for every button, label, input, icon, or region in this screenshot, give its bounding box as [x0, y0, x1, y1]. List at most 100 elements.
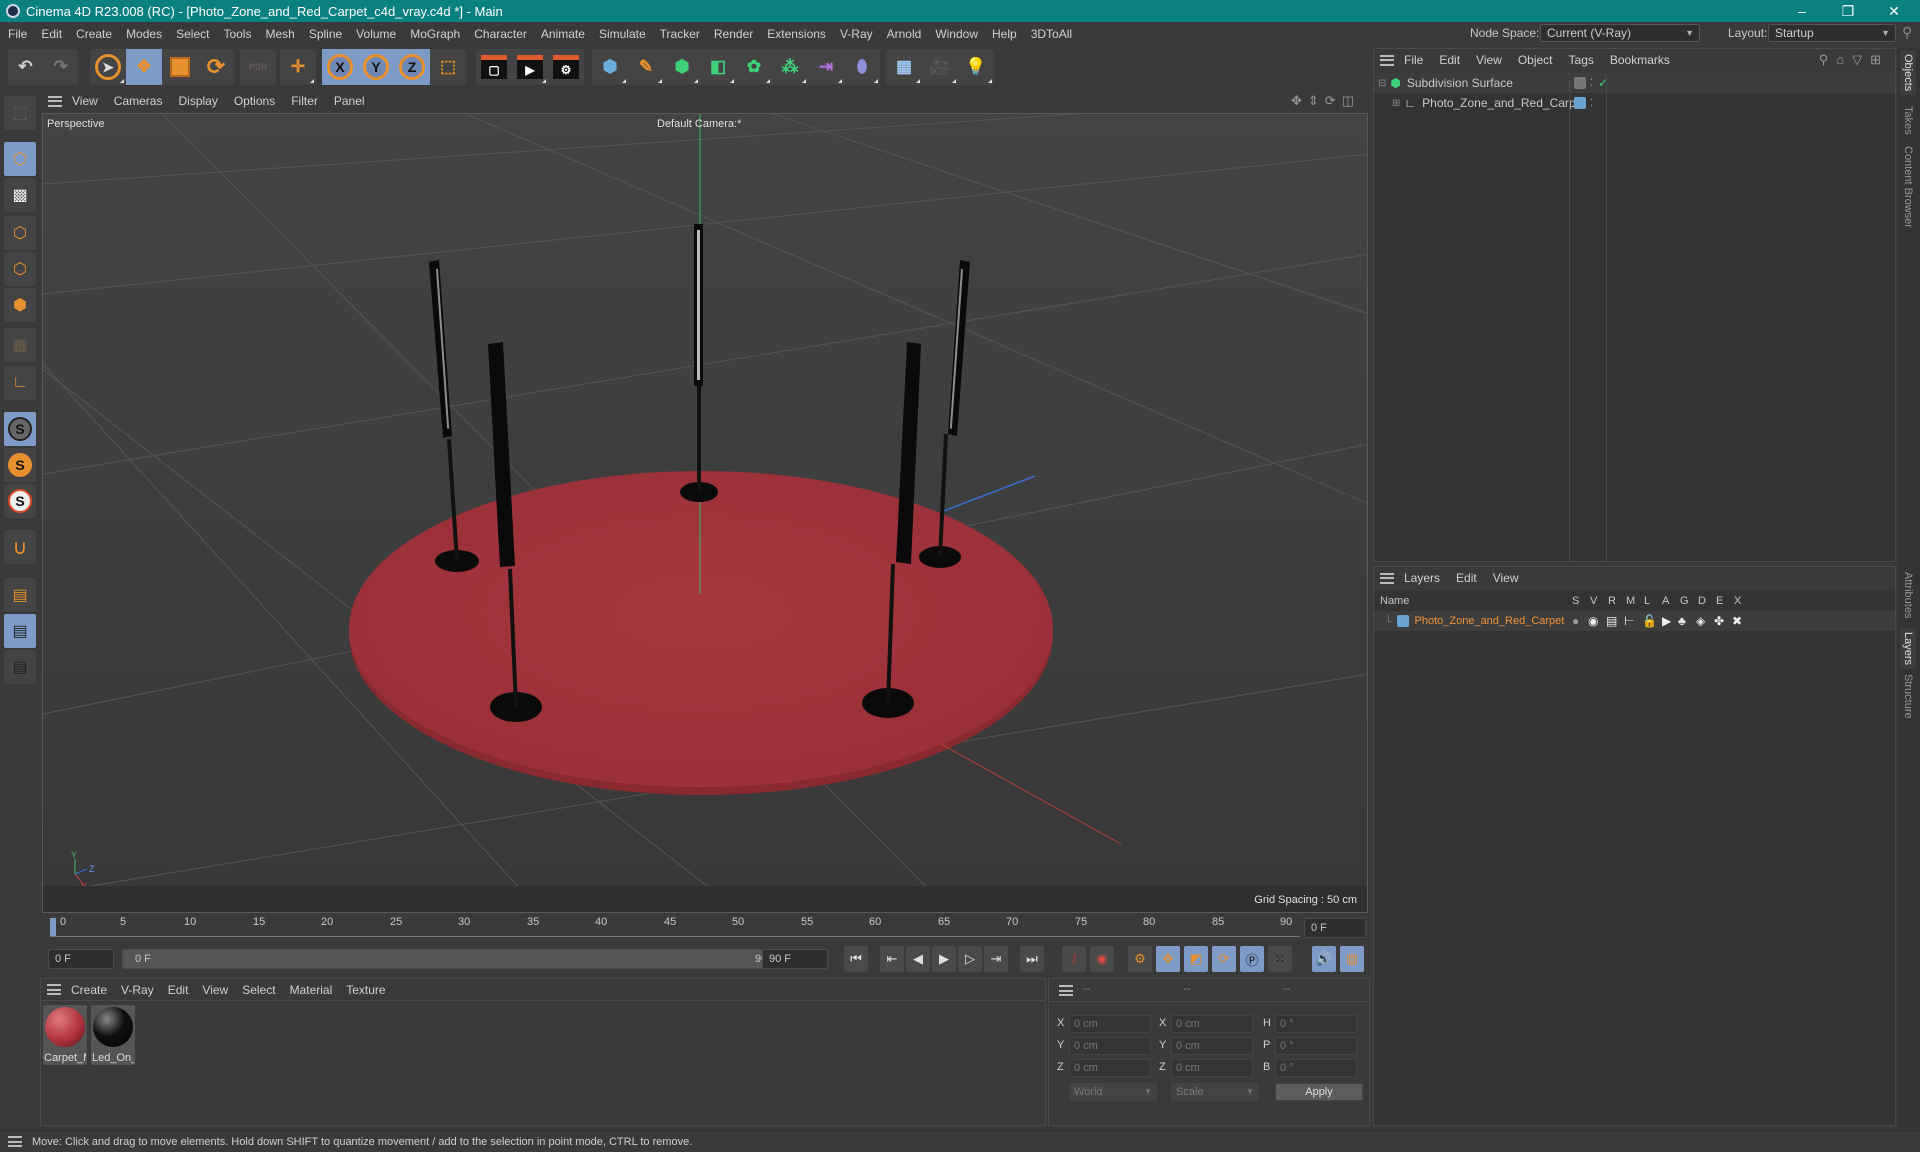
- keyframe-selection-icon[interactable]: ⚙: [1128, 946, 1152, 972]
- points-mode-icon[interactable]: ⬡: [4, 216, 36, 250]
- objects-menu-tags[interactable]: Tags: [1569, 53, 1594, 67]
- key-pla-icon[interactable]: ⁙: [1268, 946, 1292, 972]
- go-to-end-icon[interactable]: ⏭: [1020, 946, 1044, 972]
- snap-icon[interactable]: S: [4, 412, 36, 446]
- menu-help[interactable]: Help: [992, 27, 1017, 41]
- start-frame-field[interactable]: 0 F: [48, 949, 114, 969]
- menu-arnold[interactable]: Arnold: [887, 27, 922, 41]
- menu-render[interactable]: Render: [714, 27, 753, 41]
- material-menu-material[interactable]: Material: [290, 983, 333, 997]
- light-icon[interactable]: 💡: [958, 49, 994, 85]
- apply-button[interactable]: Apply: [1275, 1083, 1363, 1101]
- prev-key-icon[interactable]: ⇤: [880, 946, 904, 972]
- material-swatch[interactable]: Carpet_M: [43, 1005, 87, 1065]
- generators-toggle-icon[interactable]: ♣: [1678, 614, 1686, 628]
- column-generators[interactable]: G: [1680, 595, 1689, 607]
- cloner-icon[interactable]: ✿: [736, 49, 772, 85]
- floor-icon[interactable]: ▦: [886, 49, 922, 85]
- locked-workplane-icon[interactable]: ▤: [4, 614, 36, 648]
- pos-x-field[interactable]: 0 cm: [1069, 1015, 1151, 1033]
- new-window-icon[interactable]: ⊞: [1870, 52, 1889, 67]
- render-visibility-dots[interactable]: ⁚: [1590, 98, 1593, 109]
- render-picture-viewer-icon[interactable]: ▶: [512, 49, 548, 85]
- column-xref[interactable]: X: [1734, 595, 1741, 607]
- tab-takes[interactable]: Takes: [1900, 102, 1916, 139]
- viewport-dolly-icon[interactable]: ⇕: [1308, 93, 1325, 108]
- psr-icon[interactable]: PSR: [240, 49, 276, 85]
- render-view-icon[interactable]: ▢: [476, 49, 512, 85]
- menu-character[interactable]: Character: [474, 27, 527, 41]
- objects-menu-view[interactable]: View: [1476, 53, 1502, 67]
- column-locked[interactable]: L: [1644, 595, 1650, 607]
- viewport-orbit-icon[interactable]: ⟳: [1325, 93, 1342, 108]
- axis-mode-icon[interactable]: ∟: [4, 366, 36, 400]
- layers-menu-edit[interactable]: Edit: [1456, 571, 1477, 585]
- layers-menu-layers[interactable]: Layers: [1404, 571, 1440, 585]
- current-frame-field[interactable]: 0 F: [1304, 918, 1366, 938]
- pos-y-field[interactable]: 0 cm: [1069, 1037, 1151, 1055]
- key-parameter-icon[interactable]: Ⓟ: [1240, 946, 1264, 972]
- size-x-field[interactable]: 0 cm: [1171, 1015, 1253, 1033]
- column-expressions[interactable]: E: [1716, 595, 1723, 607]
- rot-h-field[interactable]: 0 °: [1275, 1015, 1357, 1033]
- end-frame-field[interactable]: 90 F: [762, 949, 828, 969]
- hamburger-icon[interactable]: [48, 95, 62, 107]
- tab-structure[interactable]: Structure: [1900, 670, 1916, 723]
- layer-color-swatch[interactable]: [1574, 97, 1586, 109]
- filter-icon[interactable]: ▽: [1852, 52, 1870, 67]
- view-toggle-icon[interactable]: ◉: [1588, 614, 1598, 628]
- column-view[interactable]: V: [1590, 595, 1597, 607]
- tab-attributes[interactable]: Attributes: [1900, 568, 1916, 622]
- rot-p-field[interactable]: 0 °: [1275, 1037, 1357, 1055]
- hamburger-icon[interactable]: [1059, 985, 1073, 996]
- menu-window[interactable]: Window: [935, 27, 978, 41]
- uv-mode-icon[interactable]: ▦: [4, 328, 36, 362]
- objects-menu-bookmarks[interactable]: Bookmarks: [1610, 53, 1670, 67]
- column-solo[interactable]: S: [1572, 595, 1579, 607]
- viewport-menu-filter[interactable]: Filter: [291, 94, 318, 108]
- frame-range-slider[interactable]: 0 F 90 F: [122, 949, 788, 969]
- column-render[interactable]: R: [1608, 595, 1616, 607]
- hamburger-icon[interactable]: [1380, 572, 1394, 584]
- snap-settings-icon[interactable]: S: [4, 448, 36, 482]
- lock-toggle-icon[interactable]: 🔓: [1642, 614, 1657, 628]
- material-menu-create[interactable]: Create: [71, 983, 107, 997]
- menu-tracker[interactable]: Tracker: [660, 27, 700, 41]
- menu-edit[interactable]: Edit: [41, 27, 62, 41]
- minimize-button[interactable]: –: [1780, 0, 1824, 22]
- menu-file[interactable]: File: [8, 27, 27, 41]
- node-space-select[interactable]: Current (V-Ray) ▼: [1540, 24, 1700, 42]
- texture-mode-icon[interactable]: ▩: [4, 178, 36, 212]
- menu-spline[interactable]: Spline: [309, 27, 342, 41]
- menu-animate[interactable]: Animate: [541, 27, 585, 41]
- layout-select[interactable]: Startup ▼: [1768, 24, 1896, 42]
- prev-frame-icon[interactable]: ◀: [906, 946, 930, 972]
- render-visibility-dots[interactable]: ⁚: [1590, 78, 1593, 89]
- tab-content-browser[interactable]: Content Browser: [1900, 142, 1916, 232]
- object-row-photo-zone[interactable]: ⊞ ∟ Photo_Zone_and_Red_Carpet ⁚: [1374, 93, 1895, 113]
- select-icon[interactable]: ➤: [90, 49, 126, 85]
- snap-enable-icon[interactable]: S: [4, 484, 36, 518]
- layer-color-swatch[interactable]: [1396, 615, 1409, 627]
- xref-toggle-icon[interactable]: ✖: [1732, 614, 1742, 628]
- scale-icon[interactable]: [162, 49, 198, 85]
- column-name[interactable]: Name: [1380, 595, 1409, 607]
- solo-toggle-icon[interactable]: ●: [1572, 614, 1579, 628]
- autokey-icon[interactable]: ◉: [1090, 946, 1114, 972]
- next-key-icon[interactable]: ⇥: [984, 946, 1008, 972]
- mograph-icon[interactable]: ⁂: [772, 49, 808, 85]
- edges-mode-icon[interactable]: ⬡: [4, 252, 36, 286]
- polygons-mode-icon[interactable]: ⬢: [4, 288, 36, 322]
- viewport-maximize-icon[interactable]: ◫: [1342, 93, 1360, 108]
- material-menu-vray[interactable]: V-Ray: [121, 983, 154, 997]
- manager-toggle-icon[interactable]: ⊢: [1624, 614, 1634, 628]
- next-frame-icon[interactable]: ▷: [958, 946, 982, 972]
- hamburger-icon[interactable]: [1380, 54, 1394, 66]
- menu-create[interactable]: Create: [76, 27, 112, 41]
- object-row-subdivision-surface[interactable]: ⊟ ⬢ Subdivision Surface ⁚ ✓: [1374, 73, 1895, 93]
- viewport-menu-display[interactable]: Display: [178, 94, 217, 108]
- undo-icon[interactable]: ↶: [8, 49, 43, 85]
- menu-3dtoall[interactable]: 3DToAll: [1031, 27, 1072, 41]
- layer-row[interactable]: └ Photo_Zone_and_Red_Carpet ● ◉ ▤ ⊢ 🔓 ▶ …: [1374, 611, 1895, 631]
- key-scale-icon[interactable]: ◩: [1184, 946, 1208, 972]
